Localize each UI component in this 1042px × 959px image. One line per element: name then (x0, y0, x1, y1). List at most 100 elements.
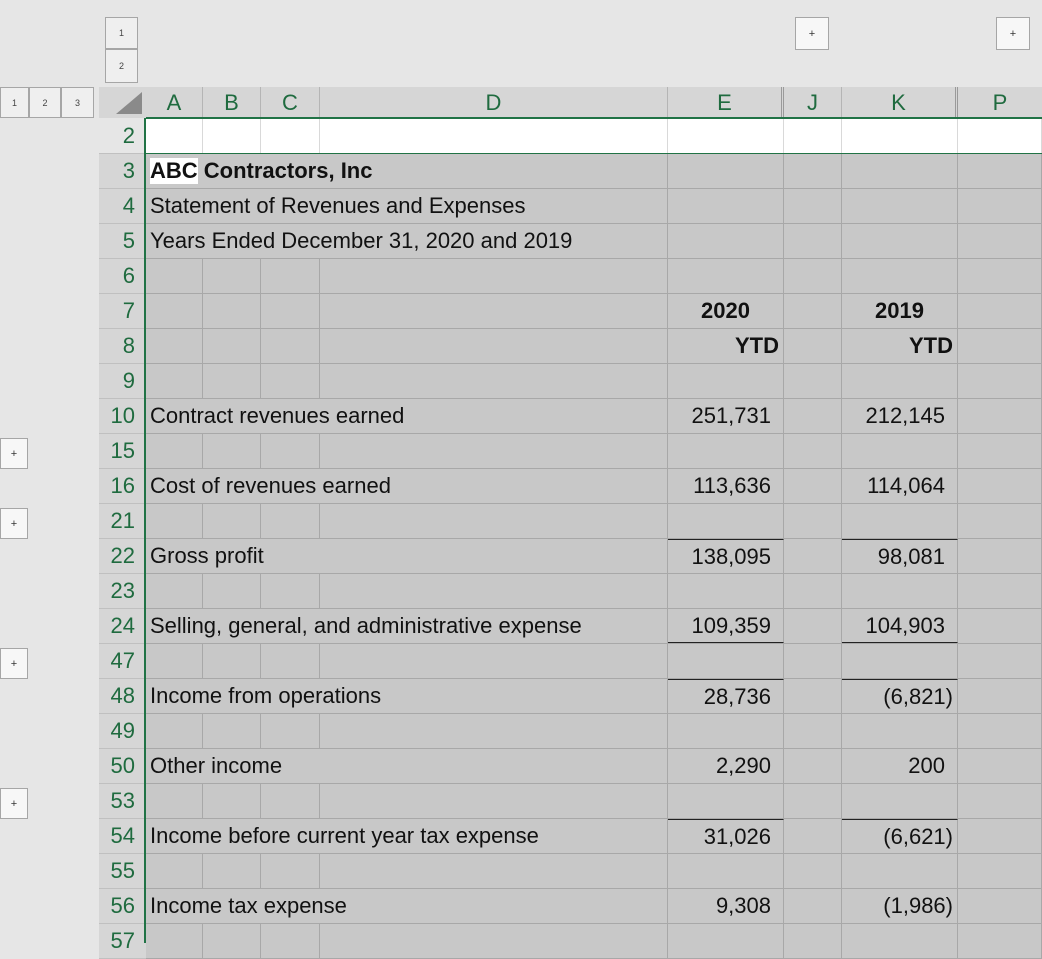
cell-e56[interactable]: 9,308 (668, 889, 784, 923)
cell-e47[interactable] (668, 644, 784, 678)
column-header-p[interactable]: P (958, 87, 1042, 118)
cell-k21[interactable] (842, 504, 958, 538)
cell-a49[interactable] (146, 714, 203, 748)
cell-e22[interactable]: 138,095 (668, 539, 784, 573)
cell-j49[interactable] (784, 714, 842, 748)
cell-p9[interactable] (958, 364, 1042, 398)
cell-p15[interactable] (958, 434, 1042, 468)
cell-e48[interactable]: 28,736 (668, 679, 784, 713)
cell-p8[interactable] (958, 329, 1042, 363)
cell-a22[interactable]: Gross profit (146, 539, 668, 573)
row-header-57[interactable]: 57 (99, 924, 146, 959)
cell-a7[interactable] (146, 294, 203, 328)
column-header-b[interactable]: B (203, 87, 261, 118)
cell-j23[interactable] (784, 574, 842, 608)
column-header-d[interactable]: D (320, 87, 668, 118)
row-header-4[interactable]: 4 (99, 189, 146, 224)
expand-rows-51-52-button[interactable]: + (0, 788, 28, 819)
cell-c9[interactable] (261, 364, 320, 398)
row-header-7[interactable]: 7 (99, 294, 146, 329)
cell-c15[interactable] (261, 434, 320, 468)
cell-p50[interactable] (958, 749, 1042, 783)
cell-k6[interactable] (842, 259, 958, 293)
cell-k22[interactable]: 98,081 (842, 539, 958, 573)
cell-e16[interactable]: 113,636 (668, 469, 784, 503)
cell-a5[interactable]: Years Ended December 31, 2020 and 2019 (146, 224, 668, 258)
cell-p23[interactable] (958, 574, 1042, 608)
expand-columns-f-i-button[interactable]: + (795, 17, 829, 50)
cell-d9[interactable] (320, 364, 668, 398)
cell-e21[interactable] (668, 504, 784, 538)
cell-e3[interactable] (668, 154, 784, 188)
cell-e23[interactable] (668, 574, 784, 608)
column-outline-level-2-button[interactable]: 2 (105, 49, 138, 83)
cell-b23[interactable] (203, 574, 261, 608)
cell-d21[interactable] (320, 504, 668, 538)
row-header-3[interactable]: 3 (99, 154, 146, 189)
cell-c55[interactable] (261, 854, 320, 888)
row-header-55[interactable]: 55 (99, 854, 146, 889)
row-header-50[interactable]: 50 (99, 749, 146, 784)
cell-a4[interactable]: Statement of Revenues and Expenses (146, 189, 668, 223)
cell-k15[interactable] (842, 434, 958, 468)
cell-p49[interactable] (958, 714, 1042, 748)
row-header-16[interactable]: 16 (99, 469, 146, 504)
cell-e6[interactable] (668, 259, 784, 293)
cell-a23[interactable] (146, 574, 203, 608)
cell-a8[interactable] (146, 329, 203, 363)
cell-b9[interactable] (203, 364, 261, 398)
cell-j54[interactable] (784, 819, 842, 853)
cell-a47[interactable] (146, 644, 203, 678)
cell-j50[interactable] (784, 749, 842, 783)
cell-k48[interactable]: (6,821) (842, 679, 958, 713)
cell-a24[interactable]: Selling, general, and administrative exp… (146, 609, 668, 643)
cell-k56[interactable]: (1,986) (842, 889, 958, 923)
cell-j47[interactable] (784, 644, 842, 678)
cell-d55[interactable] (320, 854, 668, 888)
cell-k57[interactable] (842, 924, 958, 958)
cell-e15[interactable] (668, 434, 784, 468)
row-header-8[interactable]: 8 (99, 329, 146, 364)
cell-p24[interactable] (958, 609, 1042, 643)
cell-j22[interactable] (784, 539, 842, 573)
cell-j55[interactable] (784, 854, 842, 888)
cell-b49[interactable] (203, 714, 261, 748)
select-all-corner[interactable] (99, 87, 146, 118)
cell-j2[interactable] (784, 119, 842, 153)
row-header-5[interactable]: 5 (99, 224, 146, 259)
cell-e54[interactable]: 31,026 (668, 819, 784, 853)
cell-a15[interactable] (146, 434, 203, 468)
cell-d15[interactable] (320, 434, 668, 468)
cell-b8[interactable] (203, 329, 261, 363)
cell-j53[interactable] (784, 784, 842, 818)
cell-p48[interactable] (958, 679, 1042, 713)
cell-k9[interactable] (842, 364, 958, 398)
cell-e5[interactable] (668, 224, 784, 258)
cell-a3[interactable]: ABC Contractors, Inc (146, 154, 668, 188)
row-header-2[interactable]: 2 (99, 119, 146, 154)
cell-j6[interactable] (784, 259, 842, 293)
cell-a55[interactable] (146, 854, 203, 888)
row-header-21[interactable]: 21 (99, 504, 146, 539)
cell-j9[interactable] (784, 364, 842, 398)
cell-b57[interactable] (203, 924, 261, 958)
cell-p4[interactable] (958, 189, 1042, 223)
cell-k24[interactable]: 104,903 (842, 609, 958, 643)
cell-p10[interactable] (958, 399, 1042, 433)
cell-b6[interactable] (203, 259, 261, 293)
expand-rows-17-20-button[interactable]: + (0, 508, 28, 539)
column-header-a[interactable]: A (146, 87, 203, 118)
cell-j57[interactable] (784, 924, 842, 958)
expand-columns-l-o-button[interactable]: + (996, 17, 1030, 50)
cell-c21[interactable] (261, 504, 320, 538)
cell-d49[interactable] (320, 714, 668, 748)
cell-j21[interactable] (784, 504, 842, 538)
cell-a21[interactable] (146, 504, 203, 538)
cell-p53[interactable] (958, 784, 1042, 818)
cell-j7[interactable] (784, 294, 842, 328)
cell-k3[interactable] (842, 154, 958, 188)
row-header-54[interactable]: 54 (99, 819, 146, 854)
cell-j48[interactable] (784, 679, 842, 713)
cell-d8[interactable] (320, 329, 668, 363)
cell-b47[interactable] (203, 644, 261, 678)
